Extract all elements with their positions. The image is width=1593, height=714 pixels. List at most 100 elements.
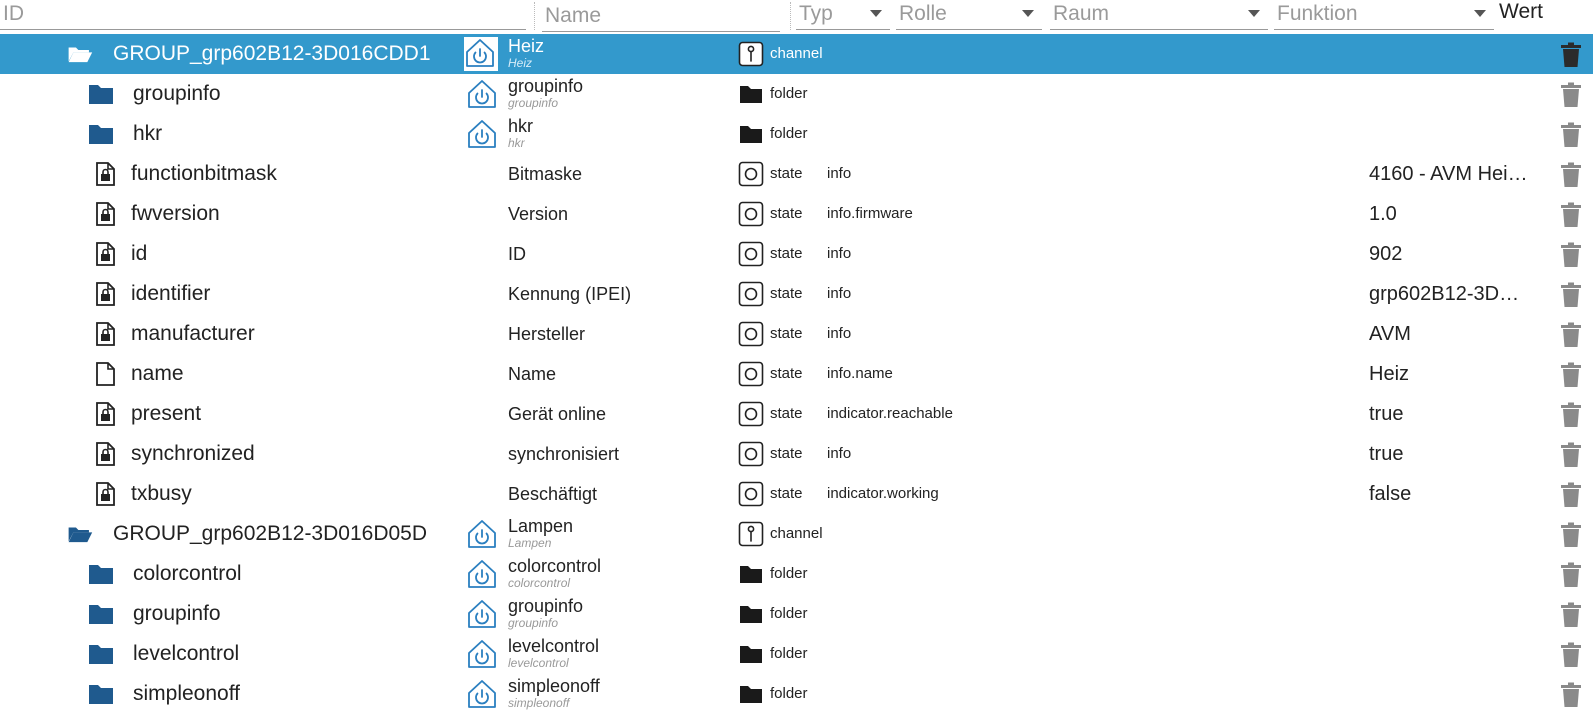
object-value[interactable]: false — [1369, 474, 1529, 514]
rolle-filter-placeholder: Rolle — [899, 2, 947, 25]
folder-icon[interactable] — [88, 682, 114, 706]
object-value[interactable]: true — [1369, 394, 1529, 434]
trash-icon[interactable] — [1560, 202, 1582, 228]
channel-type-icon — [738, 41, 764, 67]
object-value[interactable]: grp602B12-3D016CDD1 — [1369, 274, 1529, 314]
tree-row-colorcontrol[interactable]: colorcontrol colorcontrol colorcontrol fold… — [0, 554, 1593, 594]
object-value[interactable]: true — [1369, 434, 1529, 474]
power-house-icon — [466, 558, 498, 590]
object-type: state — [770, 165, 803, 182]
chevron-down-icon — [1474, 10, 1486, 17]
object-type: folder — [770, 565, 808, 582]
object-name: Kennung (IPEI) — [508, 284, 632, 304]
channel-type-icon — [738, 521, 764, 547]
id-filter-placeholder: ID — [3, 2, 24, 25]
state-type-icon — [738, 201, 764, 227]
object-type: state — [770, 245, 803, 262]
object-name-sub: simpleonoff — [508, 696, 570, 710]
folder-icon[interactable] — [88, 562, 114, 586]
object-type: state — [770, 205, 803, 222]
folder-type-icon — [738, 681, 764, 707]
tree-row-identifier[interactable]: identifier Kennung (IPEI) state info grp602B… — [0, 274, 1593, 314]
object-id: name — [131, 362, 184, 385]
object-id: colorcontrol — [133, 562, 242, 585]
state-type-icon — [738, 441, 764, 467]
trash-icon[interactable] — [1560, 642, 1582, 668]
trash-icon[interactable] — [1560, 602, 1582, 628]
id-filter-input[interactable]: ID — [0, 0, 526, 30]
object-value[interactable]: 902 — [1369, 234, 1529, 274]
funktion-filter-select[interactable]: Funktion — [1274, 0, 1494, 30]
tree-row-manufacturer[interactable]: manufacturer Hersteller state info AVM — [0, 314, 1593, 354]
object-type: folder — [770, 685, 808, 702]
tree-row-synchronized[interactable]: synchronized synchronisiert state info true — [0, 434, 1593, 474]
tree-row-txbusy[interactable]: txbusy Beschäftigt state indicator.working f… — [0, 474, 1593, 514]
object-name: Gerät online — [508, 404, 607, 424]
folder-icon[interactable] — [88, 122, 114, 146]
trash-icon[interactable] — [1560, 682, 1582, 708]
trash-icon[interactable] — [1560, 282, 1582, 308]
trash-icon[interactable] — [1560, 322, 1582, 348]
tree-row-levelcontrol[interactable]: levelcontrol levelcontrol levelcontrol fold… — [0, 634, 1593, 674]
trash-icon[interactable] — [1560, 242, 1582, 268]
trash-icon[interactable] — [1560, 562, 1582, 588]
trash-icon[interactable] — [1560, 82, 1582, 108]
trash-icon[interactable] — [1560, 402, 1582, 428]
typ-filter-select[interactable]: Typ — [796, 0, 890, 30]
chevron-down-icon — [1022, 10, 1034, 17]
object-name: Lampen — [508, 516, 574, 536]
object-role: indicator.reachable — [827, 405, 953, 422]
power-house-icon — [464, 37, 498, 71]
file-lock-icon — [92, 402, 118, 426]
trash-icon[interactable] — [1560, 122, 1582, 148]
rolle-filter-select[interactable]: Rolle — [896, 0, 1042, 30]
tree-row-hkr[interactable]: hkr hkr hkr folder — [0, 114, 1593, 154]
object-type: state — [770, 485, 803, 502]
tree-row-functionbitmask[interactable]: functionbitmask Bitmaske state info 4160 - A… — [0, 154, 1593, 194]
object-id: hkr — [133, 122, 163, 145]
object-type: state — [770, 365, 803, 382]
object-id: groupinfo — [133, 82, 221, 105]
folder-icon[interactable] — [88, 642, 114, 666]
tree-row-fwversion[interactable]: fwversion Version state info.firmware 1.0 — [0, 194, 1593, 234]
folder-icon[interactable] — [88, 82, 114, 106]
tree-row-name[interactable]: name Name state info.name Heiz — [0, 354, 1593, 394]
trash-icon[interactable] — [1560, 522, 1582, 548]
power-house-icon — [466, 78, 498, 110]
folder-type-icon — [738, 121, 764, 147]
raum-filter-placeholder: Raum — [1053, 2, 1110, 25]
state-type-icon — [738, 281, 764, 307]
name-filter-input[interactable]: Name — [542, 2, 780, 32]
power-house-icon — [466, 678, 498, 710]
object-name-sub: hkr — [508, 136, 525, 150]
state-type-icon — [738, 321, 764, 347]
tree-row-GROUP_grp602B12-3D016D05D[interactable]: GROUP_grp602B12-3D016D05D Lampen Lampen cha… — [0, 514, 1593, 554]
trash-icon[interactable] — [1560, 482, 1582, 508]
object-value[interactable]: 4160 - AVM Heizkörperregler — [1369, 154, 1529, 194]
trash-icon[interactable] — [1560, 442, 1582, 468]
raum-filter-select[interactable]: Raum — [1050, 0, 1268, 30]
folder-open-icon[interactable] — [67, 42, 99, 66]
tree-row-groupinfo[interactable]: groupinfo groupinfo groupinfo folder — [0, 594, 1593, 634]
object-value[interactable]: 1.0 — [1369, 194, 1529, 234]
trash-icon[interactable] — [1560, 42, 1582, 68]
tree-row-simpleonoff[interactable]: simpleonoff simpleonoff simpleonoff folder — [0, 674, 1593, 714]
trash-icon[interactable] — [1560, 362, 1582, 388]
folder-type-icon — [738, 641, 764, 667]
trash-icon[interactable] — [1560, 162, 1582, 188]
folder-icon[interactable] — [88, 602, 114, 626]
object-name: levelcontrol — [508, 636, 600, 656]
object-role: info.firmware — [827, 205, 913, 222]
tree-row-groupinfo[interactable]: groupinfo groupinfo groupinfo folder — [0, 74, 1593, 114]
object-value[interactable]: Heiz — [1369, 354, 1529, 394]
tree-row-present[interactable]: present Gerät online state indicator.reacha… — [0, 394, 1593, 434]
tree-row-GROUP_grp602B12-3D016CDD1[interactable]: GROUP_grp602B12-3D016CDD1 Heiz Heiz channel — [0, 34, 1593, 74]
tree-row-id[interactable]: id ID state info 902 — [0, 234, 1593, 274]
state-type-icon — [738, 481, 764, 507]
object-type: folder — [770, 85, 808, 102]
object-role: info — [827, 165, 852, 182]
object-name-sub: groupinfo — [508, 96, 559, 110]
state-type-icon — [738, 241, 764, 267]
folder-open-icon[interactable] — [67, 522, 99, 546]
object-value[interactable]: AVM — [1369, 314, 1529, 354]
